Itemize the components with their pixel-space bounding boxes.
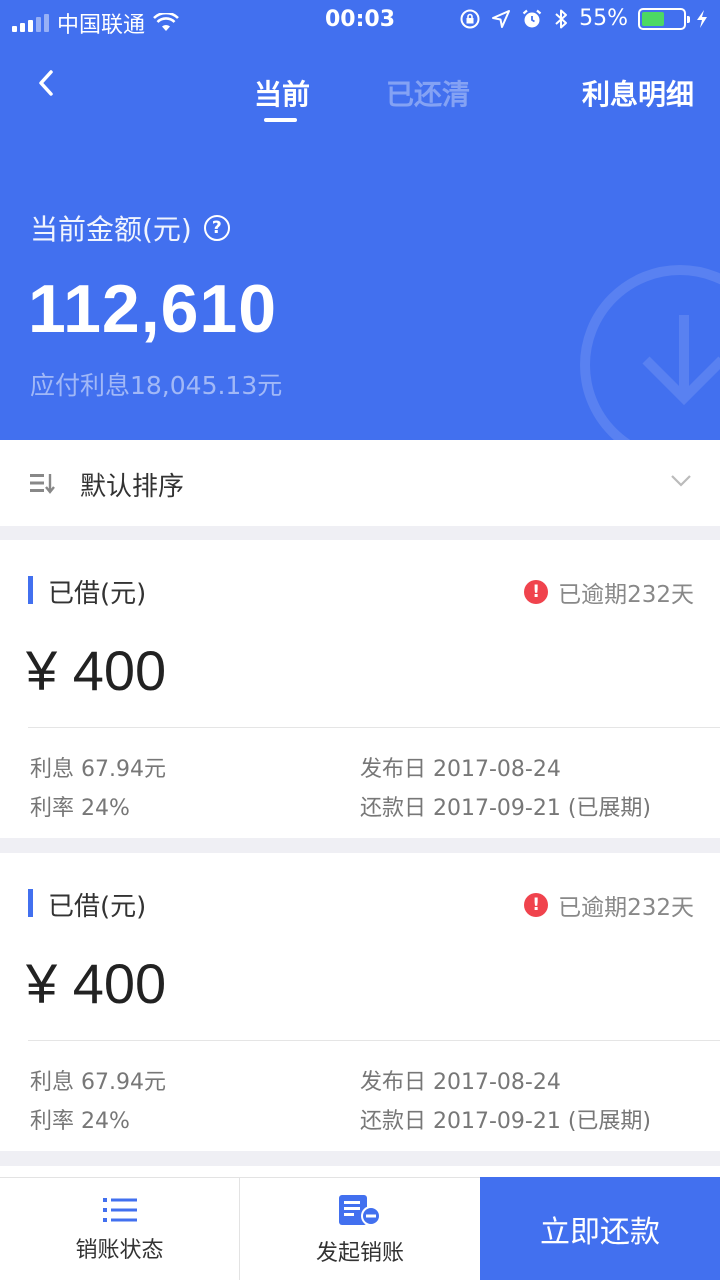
rotation-lock-icon <box>460 9 480 28</box>
tab-active-indicator <box>264 118 297 122</box>
alarm-icon <box>522 9 542 27</box>
repay-now-button[interactable]: 立即还款 <box>480 1177 720 1280</box>
document-minus-icon <box>339 1194 381 1226</box>
initiate-settlement-button[interactable]: 发起销账 <box>240 1178 480 1280</box>
settlement-status-button[interactable]: 销账状态 <box>0 1178 240 1280</box>
battery-percent: 55% <box>579 6 628 31</box>
current-amount-label: 当前金额(元) ? <box>30 208 230 248</box>
overdue-text: 已逾期232天 <box>558 895 694 921</box>
loan-due-date: 还款日 2017-09-21 (已展期) <box>360 1109 652 1134</box>
interest-detail-link[interactable]: 利息明细 <box>582 73 694 113</box>
charging-icon <box>697 9 707 28</box>
interest-due-text: 应付利息18,045.13元 <box>30 371 283 400</box>
borrowed-label: 已借(元) <box>48 892 147 922</box>
location-icon <box>492 9 511 28</box>
initiate-settlement-label: 发起销账 <box>315 1240 404 1266</box>
overdue-badge: ! 已逾期232天 <box>524 575 694 609</box>
current-amount-label-text: 当前金额(元) <box>30 213 192 246</box>
battery-icon <box>638 7 690 30</box>
tab-current[interactable]: 当前 <box>254 73 310 113</box>
status-bar: 中国联通 00:03 55% <box>0 0 720 40</box>
sort-icon <box>30 474 55 494</box>
list-icon <box>102 1197 137 1222</box>
tab-cleared[interactable]: 已还清 <box>386 73 470 113</box>
chevron-down-icon[interactable] <box>670 474 692 488</box>
card-divider <box>28 1040 720 1041</box>
overdue-badge: ! 已逾期232天 <box>524 888 694 922</box>
current-amount-value: 112,610 <box>28 271 278 347</box>
overdue-text: 已逾期232天 <box>558 582 694 608</box>
loan-card[interactable]: 已借(元) ! 已逾期232天 ¥ 400 利息 67.94元 利率 24% 发… <box>0 853 720 1151</box>
loan-due-date: 还款日 2017-09-21 (已展期) <box>360 796 652 821</box>
loan-publish-date: 发布日 2017-08-24 <box>360 757 561 782</box>
loan-publish-date: 发布日 2017-08-24 <box>360 1070 561 1095</box>
decorative-download-arrow-icon <box>642 315 720 406</box>
battery-fill <box>642 11 664 26</box>
warning-icon: ! <box>524 580 549 604</box>
sort-label: 默认排序 <box>80 472 185 502</box>
settlement-status-label: 销账状态 <box>75 1237 164 1263</box>
borrowed-label: 已借(元) <box>48 579 147 609</box>
sort-bar[interactable]: 默认排序 <box>0 440 720 526</box>
back-button[interactable] <box>26 63 66 103</box>
card-accent-bar <box>28 576 33 604</box>
loan-rate: 利率 24% <box>30 1109 130 1134</box>
warning-icon: ! <box>524 893 549 917</box>
header: 中国联通 00:03 55% 当前 已还清 利息明细 当前金额(元) ? 112… <box>0 0 720 440</box>
loan-card[interactable]: 已借(元) ! 已逾期232天 ¥ 400 利息 67.94元 利率 24% 发… <box>0 540 720 838</box>
card-divider <box>28 727 720 728</box>
loan-amount: ¥ 400 <box>26 952 167 1015</box>
loan-amount: ¥ 400 <box>26 639 167 702</box>
loan-rate: 利率 24% <box>30 796 130 821</box>
top-nav: 当前 已还清 利息明细 <box>0 55 720 135</box>
loan-interest: 利息 67.94元 <box>30 1070 166 1095</box>
back-arrow-icon <box>39 70 53 96</box>
card-accent-bar <box>28 889 33 917</box>
loan-interest: 利息 67.94元 <box>30 757 166 782</box>
bluetooth-icon <box>555 9 568 28</box>
help-icon[interactable]: ? <box>203 215 230 241</box>
